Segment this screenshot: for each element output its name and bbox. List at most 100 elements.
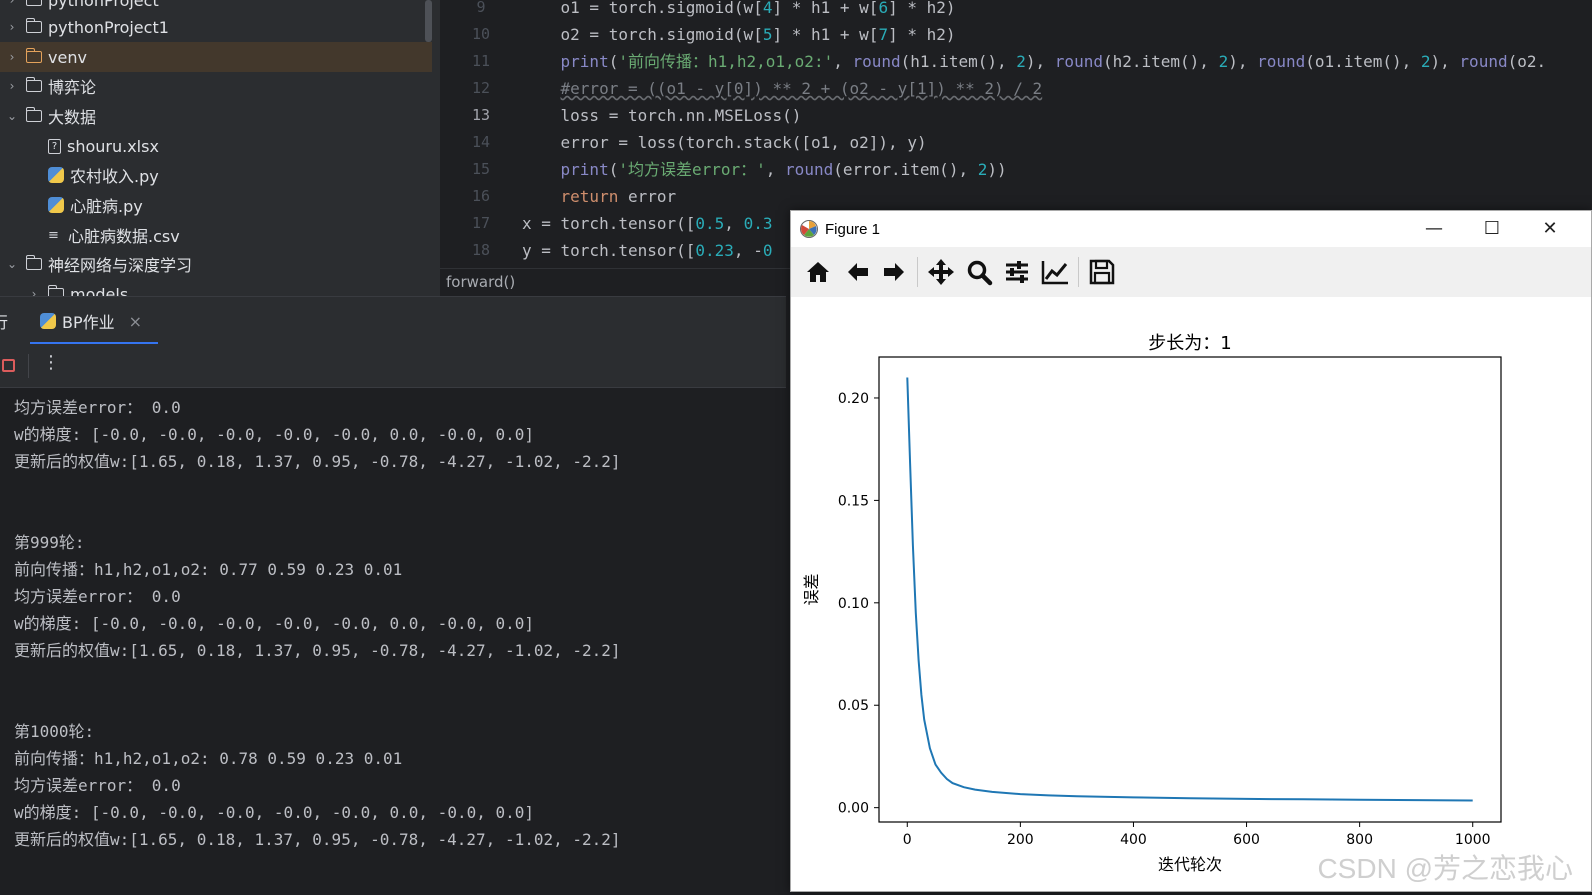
console-line: 均方误差error： 0.0 [14, 398, 181, 417]
tree-scrollbar[interactable] [425, 0, 432, 42]
code-line[interactable]: print('前向传播：h1,h2,o1,o2:', round(h1.item… [522, 48, 1592, 75]
x-tick-label: 0 [903, 832, 912, 848]
tree-item-label: 农村收入.py [70, 167, 159, 186]
plot-canvas[interactable]: 步长为：1 0 200 400 600 800 1000 0.00 0.05 0.10 0.15 0.… [791, 297, 1591, 891]
folder-icon [25, 48, 42, 63]
y-tick-label: 0.00 [838, 801, 869, 817]
configure-subplots-icon[interactable] [1000, 255, 1034, 289]
tree-item[interactable]: › models [0, 279, 432, 296]
console-line: 前向传播：h1,h2,o1,o2: 0.77 0.59 0.23 0.01 [14, 560, 403, 579]
maximize-button[interactable]: ☐ [1463, 211, 1521, 247]
save-icon[interactable] [1085, 255, 1119, 289]
run-toolbar: ⋮ [0, 344, 786, 388]
console-line: w的梯度: [-0.0, -0.0, -0.0, -0.0, -0.0, 0.0… [14, 425, 535, 444]
chevron-down-icon[interactable]: ⌄ [6, 257, 18, 271]
tab-bp-homework[interactable]: BP作业 × [40, 307, 142, 335]
code-line[interactable]: print('均方误差error：', round(error.item(), … [522, 156, 1592, 183]
line-number[interactable]: 16 [440, 183, 522, 210]
pan-icon[interactable] [924, 255, 958, 289]
line-number[interactable]: 12 [440, 75, 522, 102]
code-line[interactable]: #error = ((o1 - y[0]) ** 2 + (o2 - y[1])… [522, 75, 1592, 102]
tree-item-label: 心脏病数据.csv [68, 227, 180, 246]
run-tool-label[interactable]: 行 [0, 309, 8, 333]
x-tick-label: 1000 [1455, 832, 1491, 848]
minimize-button[interactable]: — [1405, 211, 1463, 247]
home-icon[interactable] [801, 255, 835, 289]
line-number[interactable]: 11 [440, 48, 522, 75]
line-number[interactable]: 9 [440, 0, 522, 21]
tree-item[interactable]: ⌄ 大数据 [0, 101, 432, 131]
tree-item-label: 心脏病.py [70, 197, 143, 216]
text-file-icon: ≡ [48, 227, 59, 243]
project-tree: › pythonProject › pythonProject1 › venv › 博弈论 ⌄ 大… [0, 0, 440, 296]
console-line: w的梯度: [-0.0, -0.0, -0.0, -0.0, -0.0, 0.0… [14, 614, 535, 633]
code-line[interactable]: loss = torch.nn.MSELoss() [522, 102, 1592, 129]
tree-item[interactable]: › venv [0, 42, 432, 72]
stop-icon[interactable] [2, 359, 15, 372]
line-number[interactable]: 17 [440, 210, 522, 237]
line-number[interactable]: 10 [440, 21, 522, 48]
tree-item[interactable]: › 博弈论 [0, 71, 432, 101]
folder-icon [25, 18, 42, 33]
tab-label: BP作业 [62, 313, 115, 332]
line-number[interactable]: 18 [440, 237, 522, 264]
x-tick-label: 600 [1233, 832, 1260, 848]
line-number[interactable]: 14 [440, 129, 522, 156]
tree-item-label: models [70, 284, 129, 297]
forward-icon[interactable] [877, 255, 911, 289]
console-line: 第999轮: [14, 533, 85, 552]
figure-window: Figure 1 — ☐ ✕ 步长为：1 0 200 400 600 800 1… [790, 210, 1592, 892]
python-file-icon [40, 313, 56, 329]
unknown-file-icon: ? [48, 138, 61, 154]
tree-item[interactable]: 农村收入.py [0, 160, 432, 190]
figure-title-bar[interactable]: Figure 1 — ☐ ✕ [791, 211, 1591, 247]
edit-axis-icon[interactable] [1038, 255, 1072, 289]
console-line: 均方误差error： 0.0 [14, 776, 181, 795]
y-tick-label: 0.05 [838, 698, 869, 714]
folder-icon [25, 255, 42, 270]
run-tabs-bar: 行 BP作业 × [0, 296, 786, 345]
folder-icon [47, 285, 64, 296]
chevron-right-icon[interactable]: › [6, 79, 18, 93]
folder-icon [25, 77, 42, 92]
chevron-right-icon[interactable]: › [6, 50, 18, 64]
tree-item-label: shouru.xlsx [67, 136, 159, 156]
chevron-right-icon[interactable]: › [6, 0, 18, 7]
x-tick-label: 400 [1120, 832, 1147, 848]
chevron-right-icon[interactable]: › [28, 287, 40, 296]
code-line[interactable]: return error [522, 183, 1592, 210]
line-number[interactable]: 13 [440, 102, 522, 129]
more-options-icon[interactable]: ⋮ [42, 352, 60, 373]
console-line: w的梯度: [-0.0, -0.0, -0.0, -0.0, -0.0, 0.0… [14, 803, 535, 822]
line-number-gutter: 9 10 11 12 13 14 15 16 17 18 [440, 0, 522, 268]
tree-item[interactable]: ? shouru.xlsx [0, 131, 432, 161]
line-number[interactable]: 15 [440, 156, 522, 183]
console-line: 更新后的权值w:[1.65, 0.18, 1.37, 0.95, -0.78, … [14, 641, 621, 660]
chart-title: 步长为：1 [1148, 333, 1231, 354]
chevron-down-icon[interactable]: ⌄ [6, 109, 18, 123]
close-button[interactable]: ✕ [1521, 211, 1579, 247]
back-icon[interactable] [841, 255, 875, 289]
console-output[interactable]: 均方误差error： 0.0 w的梯度: [-0.0, -0.0, -0.0, -… [14, 394, 774, 853]
python-file-icon [48, 197, 64, 213]
code-line[interactable]: o1 = torch.sigmoid(w[4] * h1 + w[6] * h2… [522, 0, 1592, 21]
axes-frame [878, 356, 1502, 823]
close-tab-icon[interactable]: × [129, 312, 142, 331]
tree-item[interactable]: 心脏病.py [0, 190, 432, 220]
zoom-icon[interactable] [962, 255, 996, 289]
tree-item-label: pythonProject [48, 0, 159, 10]
chevron-right-icon[interactable]: › [6, 20, 18, 34]
tree-item[interactable]: › pythonProject1 [0, 12, 432, 42]
error-curve-chart: 步长为：1 0 200 400 600 800 1000 0.00 0.05 0.10 0.15 0.… [802, 333, 1502, 874]
code-line[interactable]: o2 = torch.sigmoid(w[5] * h1 + w[7] * h2… [522, 21, 1592, 48]
y-tick-label: 0.10 [838, 596, 869, 612]
console-line: 前向传播：h1,h2,o1,o2: 0.78 0.59 0.23 0.01 [14, 749, 403, 768]
python-file-icon [48, 167, 64, 183]
console-line: 第1000轮: [14, 722, 95, 741]
code-line[interactable]: error = loss(torch.stack([o1, o2]), y) [522, 129, 1592, 156]
tree-item[interactable]: ≡ 心脏病数据.csv [0, 220, 432, 250]
tree-item[interactable]: ⌄ 神经网络与深度学习 [0, 249, 432, 279]
